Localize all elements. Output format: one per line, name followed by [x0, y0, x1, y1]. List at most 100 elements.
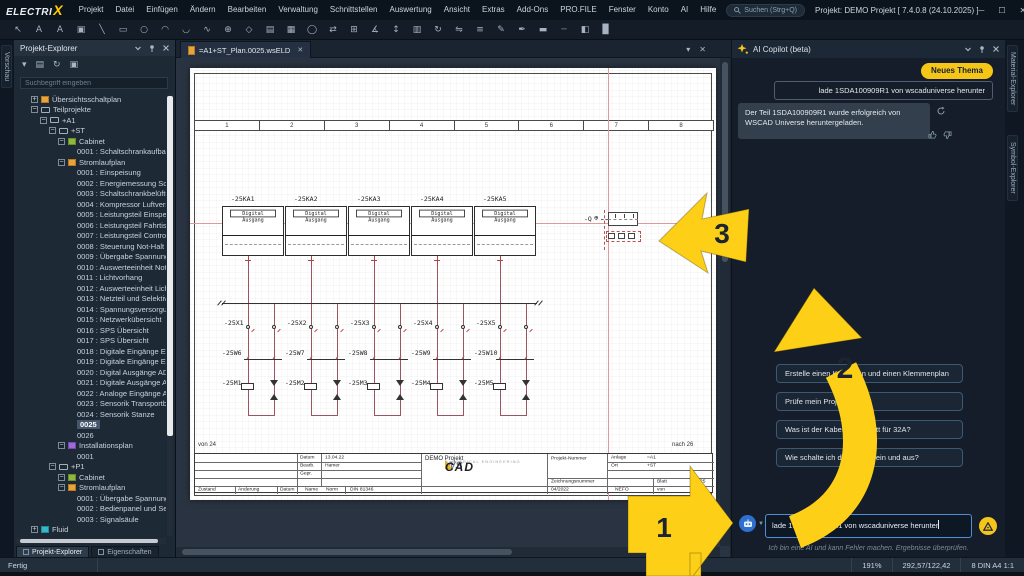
tree-item[interactable]: 0010 : Auswerteeinheit Not-Halt [16, 262, 166, 273]
tree-expander[interactable]: − [58, 138, 65, 145]
tree-item[interactable]: 0004 : Kompressor Luftversorgung [16, 199, 166, 210]
tree-expander[interactable] [67, 369, 74, 376]
copilot-input[interactable]: lade 1SDA100909R1 von wscaduniverse heru… [765, 514, 972, 538]
tree-expander[interactable] [67, 306, 74, 313]
tree-item[interactable]: 0002 : Energiemessung Schaltschrank [16, 178, 166, 189]
tree-expander[interactable]: + [31, 96, 38, 103]
tree-item[interactable]: 0019 : Digitale Eingänge ET [16, 357, 166, 368]
paste-tool-icon[interactable]: ▥ [409, 21, 425, 39]
scrollbar-thumb[interactable] [167, 96, 173, 436]
node-tool-icon[interactable]: ⊕ [220, 21, 236, 39]
pen-tool-icon[interactable]: ✒ [514, 21, 530, 39]
pin-icon[interactable] [148, 44, 156, 52]
tree-expander[interactable] [67, 495, 74, 502]
tree-item[interactable]: 0025 [16, 420, 166, 431]
suggestion-button[interactable]: Was ist der Kabelquerschnitt für 32A? [776, 420, 963, 439]
canvas-vertical-scrollbar[interactable] [720, 58, 730, 546]
tree-item[interactable]: 0008 : Steuerung Not-Halt [16, 241, 166, 252]
tree-expander[interactable] [67, 411, 74, 418]
tab-vorschau[interactable]: Vorschau [1, 45, 12, 88]
chevron-down-icon[interactable] [134, 44, 142, 52]
close-icon[interactable] [162, 44, 170, 52]
ellipse-tool-icon[interactable]: ◯ [304, 21, 320, 39]
menubar-item[interactable]: Extras [476, 0, 511, 20]
tree-expander[interactable] [67, 222, 74, 229]
tree-vertical-scrollbar[interactable] [167, 94, 173, 536]
tree-item[interactable]: 0001 : Schaltschrankaufbau [16, 147, 166, 158]
menubar-item[interactable]: Ändern [184, 0, 222, 20]
tree-item[interactable]: 0023 : Sensorik Transportband [16, 399, 166, 410]
tree-expander[interactable] [67, 274, 74, 281]
pin-icon[interactable] [978, 45, 986, 53]
document-tab-close-icon[interactable]: ✕ [297, 46, 303, 54]
select-cursor-icon[interactable]: ↖ [10, 21, 26, 39]
global-search-input[interactable]: Suchen (Strg+Q) [726, 4, 805, 17]
tree-item[interactable]: − +ST [16, 126, 166, 137]
menubar-item[interactable]: Projekt [73, 0, 110, 20]
suggestion-button[interactable]: Wie schalte ich das Raster ein und aus? [776, 448, 963, 467]
tree-expander[interactable] [67, 379, 74, 386]
canvas-horizontal-scrollbar[interactable] [176, 547, 720, 557]
tree-expander[interactable] [67, 505, 74, 512]
macro-tool-icon[interactable]: ⊞ [346, 21, 362, 39]
tree-expander[interactable] [67, 232, 74, 239]
panel-tab[interactable]: Eigenschaften [91, 546, 158, 557]
menubar-item[interactable]: Ansicht [438, 0, 476, 20]
tree-expander[interactable] [67, 148, 74, 155]
suggestion-button[interactable]: Erstelle einen Kabelplan und einen Klemm… [776, 364, 963, 383]
tree-item[interactable]: 0001 [16, 451, 166, 462]
tree-item[interactable]: − +A1 [16, 115, 166, 126]
fill-tool-icon[interactable]: ◧ [577, 21, 593, 39]
tree-item[interactable]: 0005 : Leistungsteil Einspeisung [16, 210, 166, 221]
scrollbar-thumb[interactable] [722, 62, 728, 262]
tree-item[interactable]: − Teilprojekte [16, 105, 166, 116]
tree-expander[interactable]: − [49, 127, 56, 134]
arc-end-tool-icon[interactable]: ◡ [178, 21, 194, 39]
tree-item[interactable]: 0016 : SPS Übersicht [16, 325, 166, 336]
spline-tool-icon[interactable]: ∿ [199, 21, 215, 39]
scrollbar-thumb[interactable] [182, 549, 512, 555]
tree-expander[interactable] [67, 201, 74, 208]
tree-expander[interactable] [67, 285, 74, 292]
tree-expander[interactable]: − [49, 463, 56, 470]
tree-expander[interactable] [67, 253, 74, 260]
new-folder-icon[interactable]: ▤ [36, 60, 45, 70]
tree-item[interactable]: 0003 : Schaltschrankbelüftung [16, 189, 166, 200]
line-tool-icon[interactable]: ╲ [94, 21, 110, 39]
tree-item[interactable]: 0012 : Auswerteeinheit Lichtvorhang [16, 283, 166, 294]
tree-item[interactable]: − Stromlaufplan [16, 483, 166, 494]
tree-item[interactable]: + Übersichtsschaltplan [16, 94, 166, 105]
menubar-item[interactable]: Konto [642, 0, 675, 20]
menubar-item[interactable]: Verwaltung [272, 0, 324, 20]
tree-item[interactable]: 0013 : Netzteil und Selektivität [16, 294, 166, 305]
menubar-item[interactable]: Add-Ons [511, 0, 555, 20]
regenerate-icon[interactable] [936, 106, 946, 116]
drawing-canvas-area[interactable]: =A1+ST_Plan.0025.wsELD ✕ ▾ ✕ 1 2 3 4 5 6 [176, 40, 730, 557]
tab-close-all-icon[interactable]: ✕ [699, 45, 706, 54]
tree-expander[interactable] [67, 327, 74, 334]
menubar-item[interactable]: Hilfe [694, 0, 722, 20]
tree-item[interactable]: − +P1 [16, 462, 166, 473]
tree-expander[interactable] [67, 190, 74, 197]
tree-expander[interactable] [67, 516, 74, 523]
tab-symbol-explorer[interactable]: Symbol-Explorer [1007, 135, 1018, 201]
tree-item[interactable]: 0018 : Digitale Eingänge ED [16, 346, 166, 357]
circle-tool-icon[interactable]: ○ [136, 21, 152, 39]
polygon-tool-icon[interactable]: ◇ [241, 21, 257, 39]
text-style-tool-icon[interactable]: A [52, 21, 68, 39]
tree-item[interactable]: − Installationsplan [16, 441, 166, 452]
tree-item[interactable]: 0017 : SPS Übersicht [16, 336, 166, 347]
tree-item[interactable]: 0009 : Übergabe Spannungsversorgung [16, 252, 166, 263]
new-topic-button[interactable]: Neues Thema [921, 63, 993, 79]
tree-item[interactable]: 0015 : Netzwerkübersicht [16, 315, 166, 326]
tree-expander[interactable] [67, 348, 74, 355]
minimize-icon[interactable]: ─ [979, 6, 985, 15]
tree-item[interactable]: 0022 : Analoge Eingänge A [16, 388, 166, 399]
menubar-item[interactable]: AI [675, 0, 695, 20]
tree-item[interactable]: 0002 : Bedienpanel und Sensorik [16, 504, 166, 515]
suggestion-button[interactable]: Prüfe mein Projekt [776, 392, 963, 411]
tree-item[interactable]: 0014 : Spannungsversorgung [16, 304, 166, 315]
zoom-level[interactable]: 191% [852, 561, 891, 570]
frame-tool-icon[interactable]: ▦ [283, 21, 299, 39]
linewidth-tool-icon[interactable]: ▬ [535, 21, 551, 39]
